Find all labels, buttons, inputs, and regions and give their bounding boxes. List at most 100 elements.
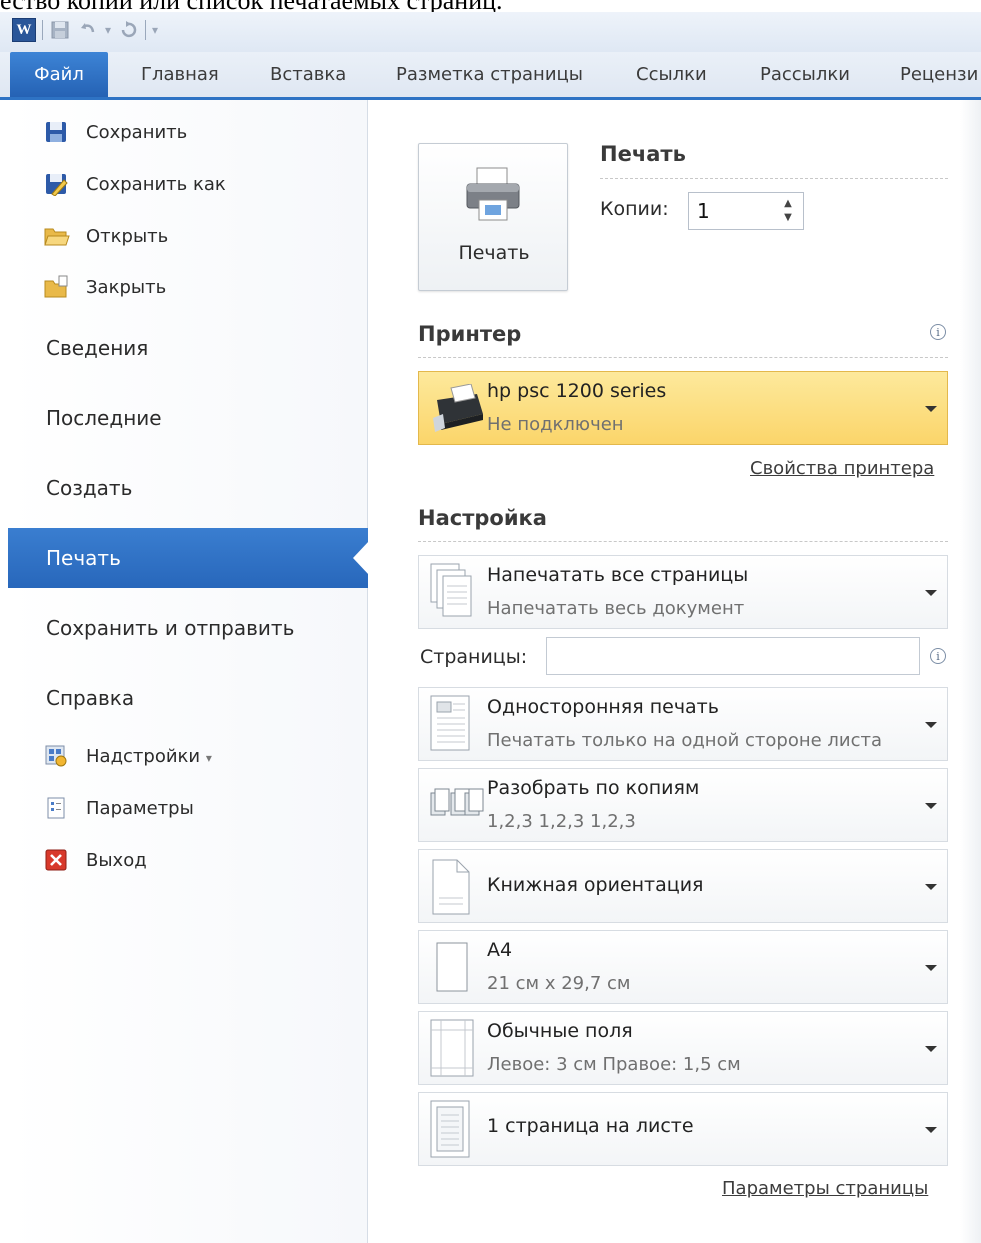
menu-info[interactable]: Сведения bbox=[8, 318, 368, 378]
open-folder-icon bbox=[44, 224, 70, 248]
redo-icon[interactable] bbox=[117, 19, 139, 41]
menu-addins[interactable]: Надстройки ▾ bbox=[8, 736, 368, 776]
chevron-down-icon bbox=[925, 1046, 937, 1052]
backstage-menu: Сохранить Сохранить как Открыть Закрыть … bbox=[8, 100, 369, 1243]
menu-addins-text: Надстройки bbox=[86, 745, 201, 767]
active-indicator bbox=[353, 541, 369, 575]
menu-options[interactable]: Параметры bbox=[8, 788, 368, 828]
chevron-down-icon bbox=[925, 803, 937, 809]
margins-icon bbox=[429, 1018, 477, 1082]
pages-per-sheet-icon bbox=[429, 1099, 475, 1163]
menu-help[interactable]: Справка bbox=[8, 668, 368, 728]
menu-save-as-label: Сохранить как bbox=[86, 173, 226, 195]
pages-input[interactable] bbox=[546, 637, 920, 675]
tab-insert[interactable]: Вставка bbox=[270, 52, 346, 97]
menu-save[interactable]: Сохранить bbox=[8, 112, 368, 152]
menu-options-label: Параметры bbox=[86, 797, 194, 819]
pages-per-sheet-dropdown[interactable]: 1 страница на листе bbox=[418, 1092, 948, 1166]
print-range-sub: Напечатать весь документ bbox=[487, 598, 745, 619]
chevron-down-icon bbox=[925, 965, 937, 971]
info-icon[interactable]: i bbox=[930, 648, 946, 664]
collate-main: Разобрать по копиям bbox=[487, 777, 700, 799]
copies-input[interactable]: 1 ▲ ▼ bbox=[688, 192, 804, 230]
menu-print-label: Печать bbox=[46, 546, 121, 570]
tab-home[interactable]: Главная bbox=[141, 52, 219, 97]
chevron-down-icon bbox=[925, 406, 937, 412]
print-range-dropdown[interactable]: Напечатать все страницы Напечатать весь … bbox=[418, 555, 948, 629]
divider bbox=[418, 541, 948, 542]
print-range-main: Напечатать все страницы bbox=[487, 564, 749, 586]
margins-dropdown[interactable]: Обычные поля Левое: 3 см Правое: 1,5 см bbox=[418, 1011, 948, 1085]
menu-close-label: Закрыть bbox=[86, 276, 167, 298]
margins-main: Обычные поля bbox=[487, 1020, 633, 1042]
orientation-main: Книжная ориентация bbox=[487, 874, 704, 896]
copies-spinner[interactable]: ▲ ▼ bbox=[781, 197, 795, 225]
collate-icon bbox=[429, 787, 485, 831]
settings-section-title: Настройка bbox=[418, 506, 547, 530]
chevron-down-icon: ▾ bbox=[205, 750, 212, 765]
options-icon bbox=[44, 796, 68, 820]
tab-page-layout[interactable]: Разметка страницы bbox=[396, 52, 583, 97]
print-button-label: Печать bbox=[458, 242, 530, 264]
toolbar-separator bbox=[145, 20, 147, 40]
chevron-down-icon bbox=[925, 1127, 937, 1133]
sides-dropdown[interactable]: Односторонняя печать Печатать только на … bbox=[418, 687, 948, 761]
copies-label: Копии: bbox=[600, 198, 669, 220]
menu-save-send[interactable]: Сохранить и отправить bbox=[8, 598, 368, 658]
one-sided-icon bbox=[429, 694, 475, 758]
printer-name: hp psc 1200 series bbox=[487, 380, 667, 402]
tab-review[interactable]: Рецензи bbox=[900, 52, 978, 97]
menu-open[interactable]: Открыть bbox=[8, 216, 368, 256]
divider bbox=[600, 178, 948, 179]
toolbar-separator bbox=[42, 20, 43, 40]
info-icon[interactable]: i bbox=[930, 324, 946, 340]
tab-mailings[interactable]: Рассылки bbox=[760, 52, 850, 97]
exit-icon bbox=[44, 848, 68, 872]
collate-sub: 1,2,3 1,2,3 1,2,3 bbox=[487, 811, 636, 832]
chevron-down-icon bbox=[925, 884, 937, 890]
orientation-dropdown[interactable]: Книжная ориентация bbox=[418, 849, 948, 923]
save-icon[interactable] bbox=[49, 19, 71, 41]
menu-new[interactable]: Создать bbox=[8, 458, 368, 518]
paper-size-dropdown[interactable]: А4 21 см x 29,7 см bbox=[418, 930, 948, 1004]
tab-file[interactable]: Файл bbox=[10, 52, 108, 97]
menu-close[interactable]: Закрыть bbox=[8, 267, 368, 307]
print-button[interactable]: Печать bbox=[418, 143, 568, 291]
addins-icon bbox=[44, 744, 68, 768]
margins-sub: Левое: 3 см Правое: 1,5 см bbox=[487, 1054, 741, 1075]
printer-icon bbox=[463, 164, 523, 224]
ribbon-tabs: Файл Главная Вставка Разметка страницы С… bbox=[0, 52, 981, 100]
printer-status: Не подключен bbox=[487, 414, 624, 435]
close-folder-icon bbox=[44, 275, 68, 299]
divider bbox=[418, 357, 948, 358]
spin-up-icon[interactable]: ▲ bbox=[781, 197, 795, 211]
word-logo-icon[interactable]: W bbox=[12, 18, 36, 42]
print-section-title: Печать bbox=[600, 142, 686, 166]
menu-save-as[interactable]: Сохранить как bbox=[8, 164, 368, 204]
sides-main: Односторонняя печать bbox=[487, 696, 719, 718]
pages-stack-icon bbox=[429, 562, 475, 626]
menu-open-label: Открыть bbox=[86, 225, 169, 247]
portrait-page-icon bbox=[429, 858, 475, 920]
customize-toolbar-icon[interactable]: ▾ bbox=[152, 23, 158, 37]
chevron-down-icon bbox=[925, 722, 937, 728]
menu-save-label: Сохранить bbox=[86, 121, 188, 143]
undo-icon[interactable] bbox=[77, 19, 99, 41]
chevron-down-icon bbox=[925, 590, 937, 596]
menu-exit[interactable]: Выход bbox=[8, 840, 368, 880]
pane-divider bbox=[960, 100, 981, 1243]
collate-dropdown[interactable]: Разобрать по копиям 1,2,3 1,2,3 1,2,3 bbox=[418, 768, 948, 842]
spin-down-icon[interactable]: ▼ bbox=[781, 211, 795, 225]
printer-device-icon bbox=[429, 383, 485, 438]
printer-dropdown[interactable]: hp psc 1200 series Не подключен bbox=[418, 371, 948, 445]
undo-dropdown-icon[interactable]: ▾ bbox=[105, 23, 111, 37]
tab-references[interactable]: Ссылки bbox=[636, 52, 707, 97]
menu-print[interactable]: Печать bbox=[8, 528, 369, 588]
quick-access-toolbar: W ▾ ▾ bbox=[0, 12, 981, 52]
menu-recent[interactable]: Последние bbox=[8, 388, 368, 448]
page-setup-link[interactable]: Параметры страницы bbox=[722, 1178, 928, 1199]
paper-size-icon bbox=[429, 941, 475, 999]
paper-size-sub: 21 см x 29,7 см bbox=[487, 973, 631, 994]
pages-per-sheet-main: 1 страница на листе bbox=[487, 1115, 694, 1137]
printer-properties-link[interactable]: Свойства принтера bbox=[750, 458, 934, 479]
